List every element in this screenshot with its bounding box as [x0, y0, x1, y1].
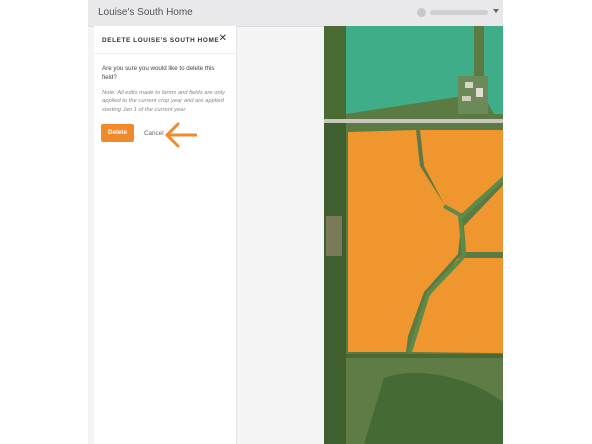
map-imagery	[324, 26, 503, 444]
terrain-patch	[324, 26, 346, 122]
chevron-down-icon	[493, 9, 499, 13]
delete-button[interactable]: Delete	[101, 124, 134, 142]
app-frame: Louise's South Home DELETE LOUISE'S SOUT…	[88, 0, 503, 444]
arrow-annotation	[165, 122, 197, 148]
delete-field-panel: DELETE LOUISE'S SOUTH HOME ✕ Are you sur…	[94, 26, 237, 444]
avatar	[417, 8, 426, 17]
app-title: Louise's South Home	[98, 7, 193, 18]
delete-note: Note: All edits made to farms and fields…	[102, 90, 225, 113]
user-menu[interactable]	[417, 7, 499, 19]
panel-header: DELETE LOUISE'S SOUTH HOME ✕	[94, 26, 236, 54]
cancel-button[interactable]: Cancel	[144, 130, 164, 137]
top-bar: Louise's South Home	[88, 0, 503, 27]
building	[465, 82, 473, 88]
field-edge	[346, 354, 503, 358]
close-icon[interactable]: ✕	[219, 34, 227, 44]
panel-title: DELETE LOUISE'S SOUTH HOME	[102, 37, 220, 44]
road	[324, 119, 503, 123]
user-name-blurred	[430, 10, 488, 15]
terrain-patch	[326, 216, 342, 256]
woodland	[324, 123, 346, 444]
building	[476, 88, 483, 97]
building	[462, 96, 471, 101]
farmstead	[458, 76, 488, 114]
satellite-map[interactable]: + − ⛶ ◉ ≡	[324, 26, 503, 444]
delete-question: Are you sure you would like to delete th…	[102, 65, 215, 81]
